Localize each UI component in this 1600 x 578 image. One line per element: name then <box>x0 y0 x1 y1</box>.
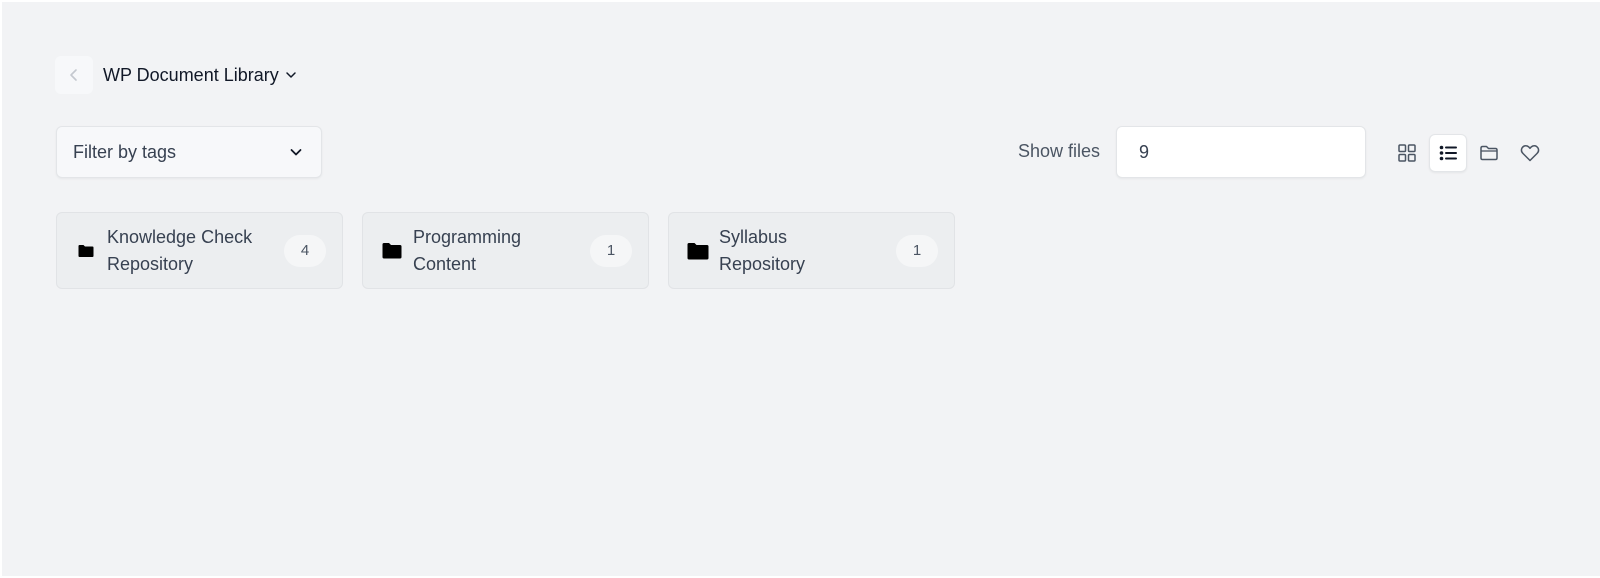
library-selector[interactable]: WP Document Library <box>103 65 297 86</box>
folder-icon <box>75 244 97 258</box>
grid-view-icon <box>1398 144 1416 162</box>
view-controls <box>1388 134 1552 172</box>
show-files-label: Show files <box>1018 141 1101 161</box>
chevron-down-icon <box>285 69 297 81</box>
folder-list: Knowledge Check Repository 4 Programming… <box>56 212 974 289</box>
filter-by-tags-dropdown[interactable]: Filter by tags <box>56 126 322 178</box>
list-view-icon <box>1439 145 1457 161</box>
folder-name: Syllabus Repository <box>719 226 806 274</box>
filter-label: Filter by tags <box>73 141 177 162</box>
library-header: WP Document Library <box>55 56 297 94</box>
library-canvas: WP Document Library Filter by tags Show … <box>2 2 1600 576</box>
grid-view-button[interactable] <box>1388 134 1426 172</box>
folder-card-knowledge-check-repository[interactable]: Knowledge Check Repository 4 <box>56 212 343 289</box>
show-files-input[interactable] <box>1116 126 1366 178</box>
folder-card-programming-content[interactable]: Programming Content 1 <box>362 212 649 289</box>
library-title: WP Document Library <box>103 64 279 85</box>
folder-card-syllabus-repository[interactable]: Syllabus Repository 1 <box>668 212 955 289</box>
folder-view-button[interactable] <box>1470 134 1508 172</box>
chevron-down-icon <box>290 149 302 156</box>
chevron-left-icon <box>70 69 77 81</box>
back-button[interactable] <box>55 56 93 94</box>
list-view-button[interactable] <box>1429 134 1467 172</box>
folder-icon <box>687 242 709 260</box>
heart-icon <box>1520 145 1540 162</box>
file-count-badge: 1 <box>590 234 632 267</box>
folder-icon <box>381 242 403 259</box>
folder-name: Programming Content <box>413 226 522 274</box>
folder-view-icon <box>1480 145 1498 161</box>
file-count-badge: 4 <box>284 234 326 267</box>
folder-name: Knowledge Check Repository <box>107 226 253 274</box>
favorites-button[interactable] <box>1511 134 1549 172</box>
file-count-badge: 1 <box>896 234 938 267</box>
